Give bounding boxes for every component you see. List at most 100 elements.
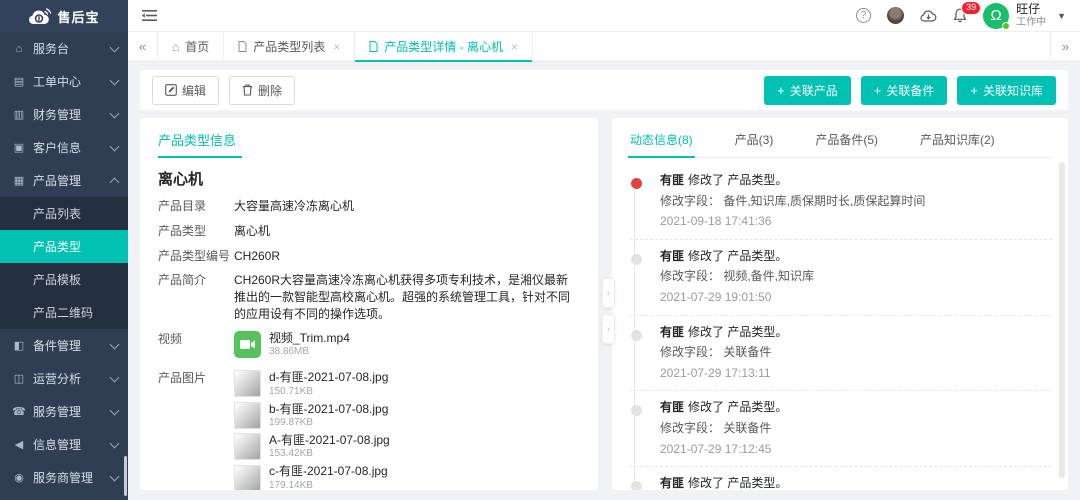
timeline-dot	[631, 178, 642, 189]
event-action: 修改了 产品类型。	[688, 476, 787, 490]
edit-button[interactable]: 编辑	[152, 76, 219, 105]
file-size: 153.42KB	[269, 448, 390, 460]
tab-label: 首页	[185, 38, 209, 55]
event-fields: 修改字段： 视频,备件,知识库	[660, 269, 1042, 285]
product-icon: ▦	[12, 174, 26, 187]
page-tabbar: « ⌂ 首页 产品类型列表 × 产品类型详情 - 离心机 × »	[128, 32, 1080, 62]
event-actor: 有匪	[660, 249, 684, 263]
image-thumbnail	[234, 370, 261, 397]
close-tab-icon[interactable]: ×	[333, 40, 340, 54]
link-parts-button[interactable]: + 关联备件	[861, 76, 948, 105]
product-type-title: 离心机	[158, 168, 580, 189]
notification-bell-icon[interactable]: 39	[953, 8, 967, 23]
collapse-left-icon[interactable]: ‹	[602, 278, 615, 308]
delete-label: 删除	[258, 82, 282, 99]
image-file-item[interactable]: A-有匪-2021-07-08.jpg 153.42KB	[234, 433, 580, 460]
sidebar-item-product-list[interactable]: 产品列表	[0, 197, 128, 230]
event-fields: 修改字段： 关联备件	[660, 345, 1042, 361]
video-file-item[interactable]: 视频_Trim.mp4 38.86MB	[234, 331, 580, 358]
home-icon: ⌂	[172, 40, 179, 54]
image-file-item[interactable]: b-有匪-2021-07-08.jpg 199.87KB	[234, 402, 580, 429]
plus-icon: +	[970, 83, 978, 98]
link-product-label: 关联产品	[790, 82, 838, 99]
field-value: 大容量高速冷冻离心机	[234, 198, 580, 215]
image-file-item[interactable]: c-有匪-2021-07-08.jpg 179.14KB	[234, 464, 580, 490]
tab-product-type-info[interactable]: 产品类型信息	[158, 128, 242, 158]
tab-home[interactable]: ⌂ 首页	[158, 32, 224, 61]
provider-mgmt-icon: ◉	[12, 471, 26, 484]
tab-product-parts[interactable]: 产品备件(5)	[813, 128, 880, 157]
tab-products[interactable]: 产品(3)	[733, 128, 776, 157]
file-name: c-有匪-2021-07-08.jpg	[269, 464, 388, 478]
tab-product-kb[interactable]: 产品知识库(2)	[918, 128, 997, 157]
image-file-item[interactable]: d-有匪-2021-07-08.jpg 150.71KB	[234, 370, 580, 397]
chevron-down-icon	[110, 75, 120, 85]
sidebar-scrollbar[interactable]	[124, 456, 127, 496]
sidebar: 售后宝 ⌂ 服务台 ▤ 工单中心 ▥ 财务管理 ▣ 客户信息	[0, 0, 128, 500]
link-product-button[interactable]: + 关联产品	[764, 76, 851, 105]
delete-button[interactable]: 删除	[229, 76, 295, 105]
tab-product-type-list[interactable]: 产品类型列表 ×	[224, 32, 355, 61]
timeline-dot	[631, 254, 642, 265]
user-meta: 旺仔 工作中	[1016, 3, 1046, 28]
sidebar-item-service-mgmt[interactable]: ☎ 服务管理	[0, 395, 128, 428]
app-title: 售后宝	[57, 7, 99, 26]
file-size: 199.87KB	[269, 417, 388, 429]
help-icon[interactable]: ?	[856, 8, 871, 23]
activity-panel: 动态信息(8) 产品(3) 产品备件(5) 产品知识库(2) 有匪修改了 产品类…	[612, 118, 1068, 490]
tab-product-type-detail[interactable]: 产品类型详情 - 离心机 ×	[355, 32, 533, 61]
sidebar-item-customer[interactable]: ▣ 客户信息	[0, 131, 128, 164]
chevron-down-icon	[110, 141, 120, 151]
analytics-icon: ◫	[12, 372, 26, 385]
timeline-event: 有匪修改了 产品类型。 修改字段： 关联备件 2021-07-29 17:13:…	[630, 316, 1052, 392]
product-type-info-panel: 产品类型信息 离心机 产品目录 大容量高速冷冻离心机 产品类型 离心机 产品类型…	[140, 118, 598, 490]
sidebar-item-service-desk[interactable]: ⌂ 服务台	[0, 32, 128, 65]
event-fields: 修改字段： 备件,知识库,质保期时长,质保起算时间	[660, 194, 1042, 210]
support-avatar-icon[interactable]	[887, 7, 904, 24]
chevron-down-icon	[110, 42, 120, 52]
event-actor: 有匪	[660, 476, 684, 490]
file-name: b-有匪-2021-07-08.jpg	[269, 402, 388, 416]
cloud-download-icon[interactable]	[920, 9, 937, 22]
scroll-tabs-left-icon[interactable]: «	[128, 32, 158, 61]
sidebar-item-provider-mgmt[interactable]: ◉ 服务商管理	[0, 461, 128, 494]
field-label: 产品图片	[158, 370, 234, 490]
menu-fold-icon[interactable]	[142, 9, 157, 22]
panel-scrollbar[interactable]	[1059, 162, 1065, 478]
trash-icon	[242, 84, 253, 96]
event-time: 2021-09-18 17:41:36	[660, 214, 1042, 230]
video-icon	[234, 331, 261, 358]
sidebar-item-product-type[interactable]: 产品类型	[0, 230, 128, 263]
close-tab-icon[interactable]: ×	[511, 40, 518, 54]
content-area: 编辑 删除 + 关联产品 + 关联备件	[128, 62, 1080, 500]
user-menu[interactable]: Ω 旺仔 工作中 ▼	[983, 3, 1066, 29]
event-time: 2021-07-29 17:13:11	[660, 366, 1042, 382]
sidebar-item-spare-parts[interactable]: ◧ 备件管理	[0, 329, 128, 362]
sidebar-item-product-template[interactable]: 产品模板	[0, 263, 128, 296]
sidebar-item-work-order[interactable]: ▤ 工单中心	[0, 65, 128, 98]
image-thumbnail	[234, 465, 261, 490]
field-value: CH260R大容量高速冷冻离心机获得多项专利技术，是湘仪最新推出的一款智能型高校…	[234, 272, 580, 322]
tab-activity-feed[interactable]: 动态信息(8)	[628, 128, 695, 157]
document-icon	[369, 41, 378, 52]
file-size: 150.71KB	[269, 386, 388, 398]
sidebar-item-info-mgmt[interactable]: ◀ 信息管理	[0, 428, 128, 461]
chevron-up-icon	[110, 177, 120, 187]
plus-icon: +	[777, 83, 785, 98]
link-kb-button[interactable]: + 关联知识库	[957, 76, 1056, 105]
sidebar-item-product-qrcode[interactable]: 产品二维码	[0, 296, 128, 329]
top-header: ? 39 Ω	[128, 0, 1080, 32]
sidebar-item-finance[interactable]: ▥ 财务管理	[0, 98, 128, 131]
action-toolbar: 编辑 删除 + 关联产品 + 关联备件	[140, 70, 1068, 110]
field-product-images: 产品图片 d-有匪-2021-07-08.jpg 150.71KB	[158, 370, 580, 490]
event-action: 修改了 产品类型。	[688, 249, 787, 263]
tab-label: 产品类型列表	[253, 38, 325, 55]
edit-label: 编辑	[182, 82, 206, 99]
sidebar-item-product[interactable]: ▦ 产品管理	[0, 164, 128, 197]
scroll-tabs-right-icon[interactable]: »	[1050, 32, 1080, 61]
toolbar-right-group: + 关联产品 + 关联备件 + 关联知识库	[764, 76, 1056, 105]
field-product-type-code: 产品类型编号 CH260R	[158, 248, 580, 265]
collapse-right-icon[interactable]: ›	[602, 314, 615, 344]
timeline-event: 有匪修改了 产品类型。 修改字段： 视频,备件,知识库 2021-07-29 1…	[630, 240, 1052, 316]
sidebar-item-analytics[interactable]: ◫ 运营分析	[0, 362, 128, 395]
